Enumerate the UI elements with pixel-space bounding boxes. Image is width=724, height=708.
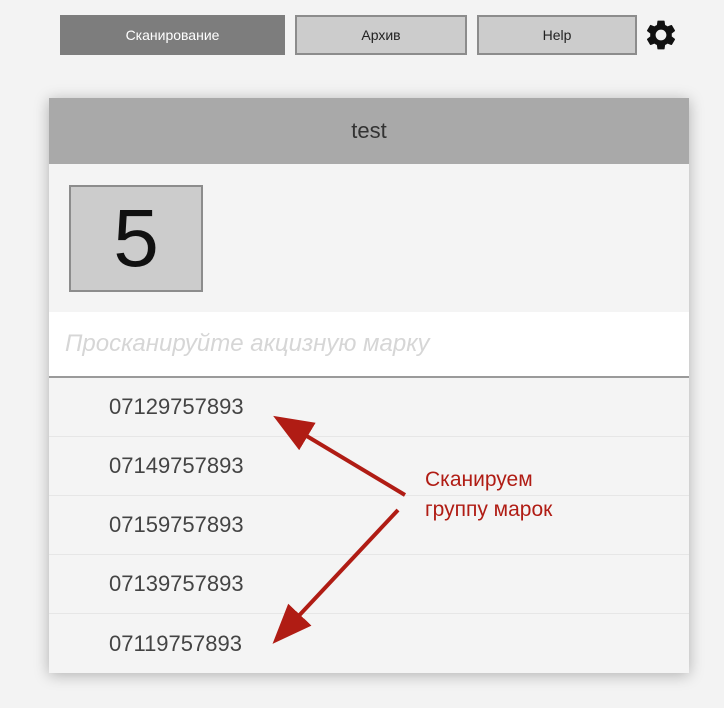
gear-icon[interactable] — [643, 17, 679, 53]
list-item: 07139757893 — [49, 555, 689, 614]
app: Сканирование Архив Help test 5 071297578… — [0, 0, 724, 708]
card-title: test — [49, 98, 689, 164]
list-item: 07129757893 — [49, 378, 689, 437]
tab-help[interactable]: Help — [477, 15, 637, 55]
count-area: 5 — [49, 164, 689, 312]
annotation-line-1: Сканируем — [425, 468, 533, 491]
tab-archive[interactable]: Архив — [295, 15, 467, 55]
tab-scan[interactable]: Сканирование — [60, 15, 285, 55]
annotation-label: Сканируем группу марок — [425, 465, 552, 525]
list-item: 07159757893 — [49, 496, 689, 555]
code-list: 07129757893 07149757893 07159757893 0713… — [49, 378, 689, 673]
list-item: 07149757893 — [49, 437, 689, 496]
scan-input[interactable] — [49, 312, 689, 378]
annotation-line-2: группу марок — [425, 498, 553, 521]
scanned-count: 5 — [69, 185, 203, 292]
list-item: 07119757893 — [109, 630, 242, 656]
scan-card: test 5 07129757893 07149757893 071597578… — [49, 98, 689, 673]
